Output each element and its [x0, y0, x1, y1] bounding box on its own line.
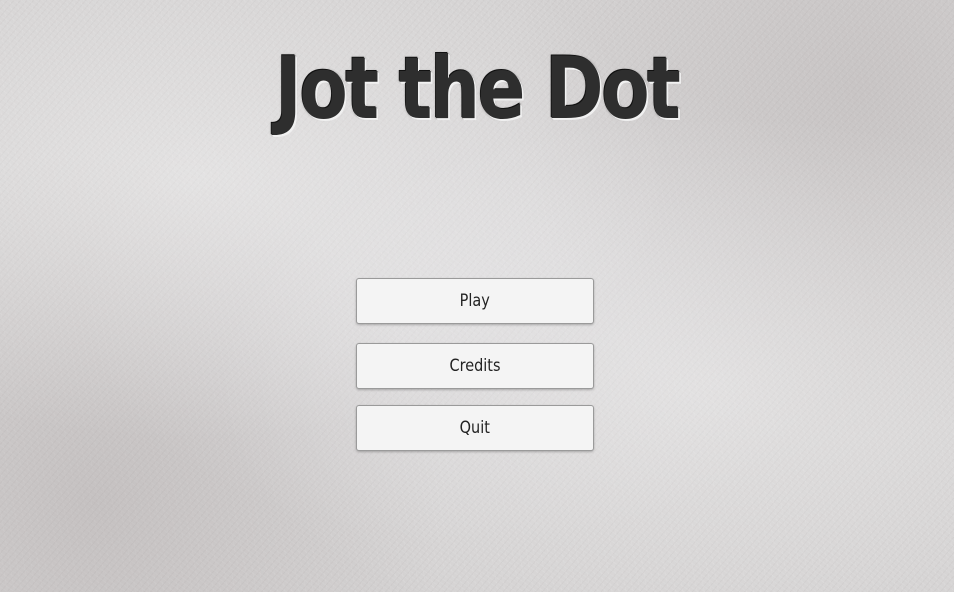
credits-button[interactable]: Credits: [356, 343, 594, 389]
game-title: Jot the Dot: [275, 39, 681, 139]
quit-button[interactable]: Quit: [356, 405, 594, 451]
credits-button-label: Credits: [449, 356, 501, 376]
play-button[interactable]: Play: [356, 278, 594, 324]
play-button-label: Play: [459, 291, 491, 311]
quit-button-label: Quit: [459, 418, 491, 438]
